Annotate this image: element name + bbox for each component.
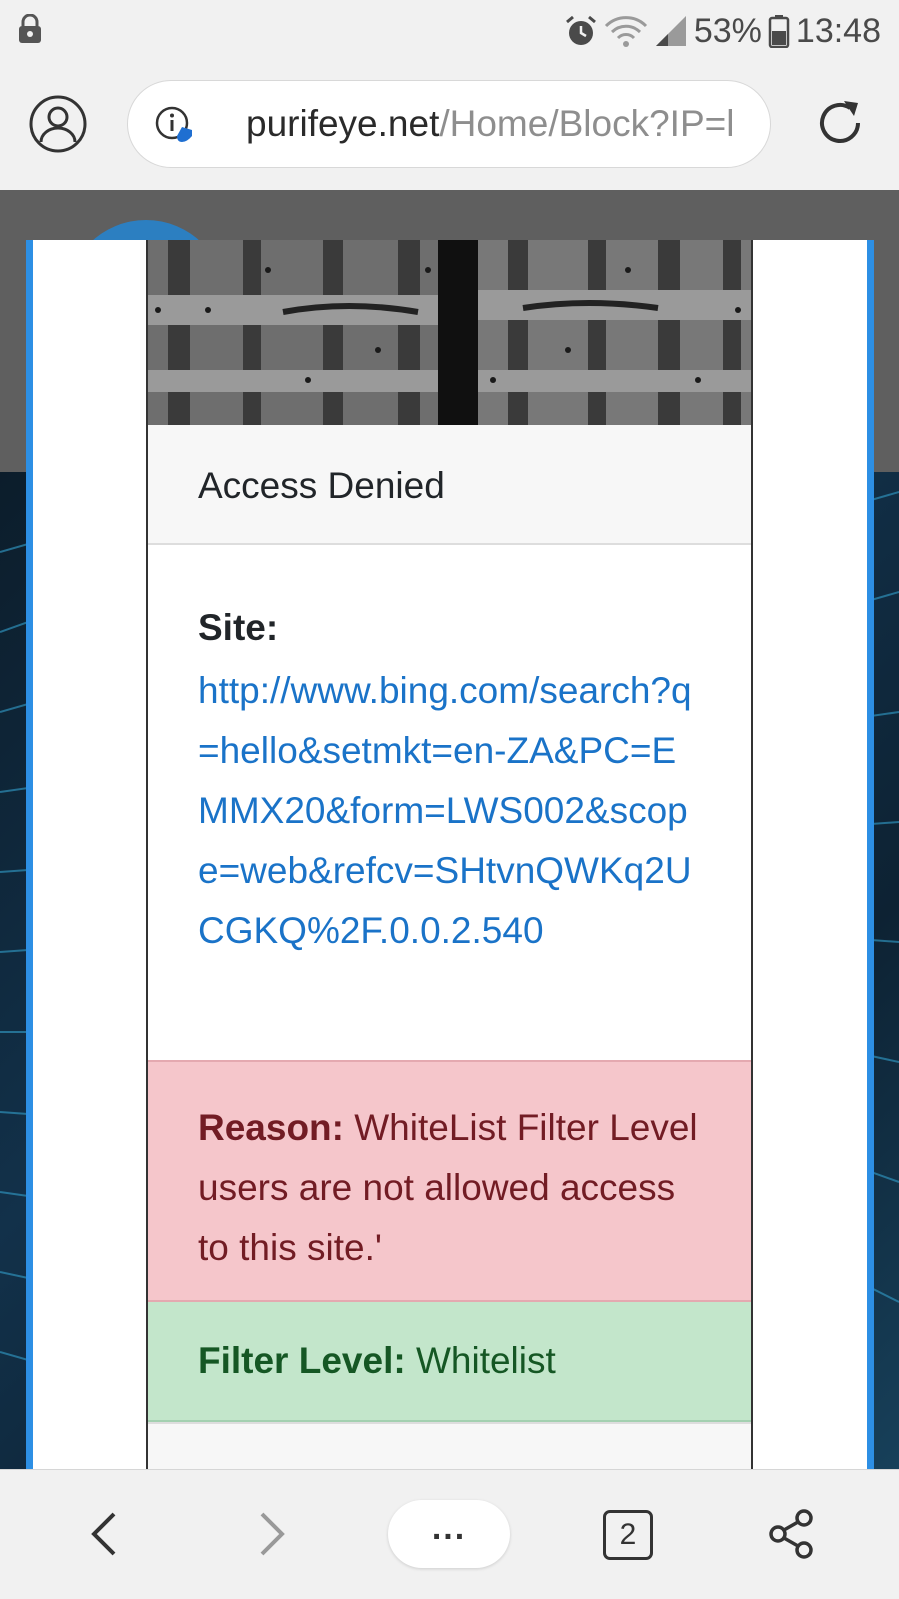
status-bar: 53% 13:48 [0,0,899,62]
status-indicators: 53% 13:48 [564,8,881,54]
url-domain: purifeye.net [246,103,440,144]
site-label: Site: [198,607,279,648]
forward-icon[interactable] [246,1506,296,1562]
tabs-button[interactable]: 2 [603,1510,653,1560]
signal-icon [655,16,686,46]
wifi-icon [604,16,647,47]
filter-level-label: Filter Level: [198,1340,406,1381]
page-title: Access Denied [198,465,445,506]
battery-icon [768,15,790,48]
url-text: purifeye.net/Home/Block?IP=l [246,103,734,145]
block-card: Access Denied Site: http://www.bing.com/… [146,240,753,1469]
share-icon[interactable] [766,1508,818,1560]
blocked-site-link[interactable]: http://www.bing.com/search?q=hello&setmk… [198,661,698,961]
filter-level-text: Filter Level: Whitelist [198,1340,556,1382]
reload-icon[interactable] [814,97,866,149]
bottom-toolbar: ... 2 [0,1469,899,1599]
back-icon[interactable] [80,1506,130,1562]
menu-button[interactable]: ... [388,1500,510,1568]
battery-percent: 53% [693,11,762,50]
address-bar: purifeye.net/Home/Block?IP=l [0,62,899,190]
filter-level-alert: Filter Level: Whitelist [148,1302,751,1422]
profile-icon[interactable] [28,94,88,154]
site-info-icon[interactable] [154,105,194,145]
card-footer [148,1422,751,1469]
filter-level-value: Whitelist [405,1340,556,1381]
reason-text: Reason: WhiteList Filter Level users are… [198,1098,698,1278]
site-section: Site: http://www.bing.com/search?q=hello… [148,545,751,1060]
clock: 13:48 [795,11,881,50]
url-field[interactable]: purifeye.net/Home/Block?IP=l [127,80,771,168]
url-path: /Home/Block?IP=l [439,103,735,144]
card-header: Access Denied [148,425,751,545]
web-page: Access Denied Site: http://www.bing.com/… [0,190,899,1469]
banner-image [148,240,751,425]
lock-icon [19,14,41,43]
alarm-icon [565,15,596,45]
reason-alert: Reason: WhiteList Filter Level users are… [148,1060,751,1302]
reason-label: Reason: [198,1107,344,1148]
